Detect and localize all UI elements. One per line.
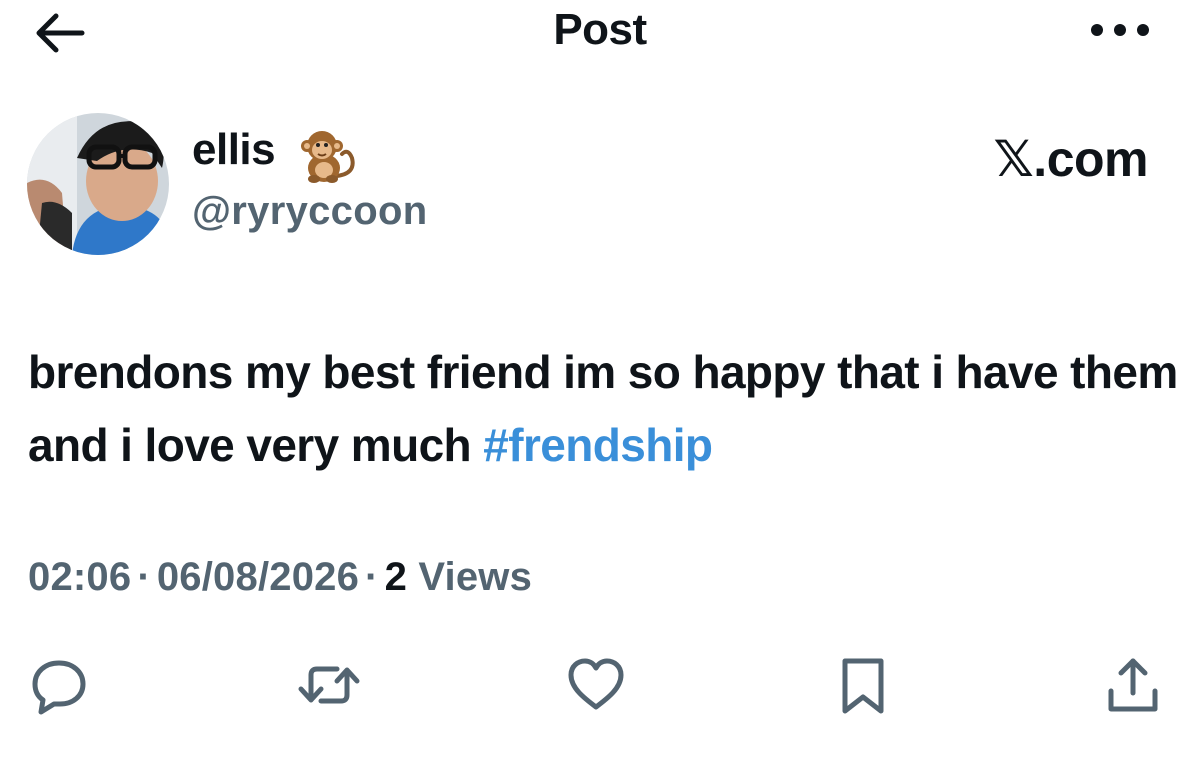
like-button[interactable] [561, 650, 631, 720]
share-button[interactable] [1098, 650, 1168, 720]
separator-dot: · [365, 555, 379, 599]
hashtag-link[interactable]: #frendship [483, 419, 713, 471]
post-text: brendons my best friend im so happy that… [28, 336, 1178, 482]
bookmark-icon [842, 658, 884, 714]
views-label: Views [418, 555, 533, 599]
reply-button[interactable] [24, 650, 94, 720]
more-horizontal-icon [1091, 24, 1149, 36]
avatar-image [27, 113, 169, 255]
more-options-button[interactable] [1085, 12, 1155, 48]
share-icon [1108, 658, 1158, 712]
repost-button[interactable] [294, 650, 364, 720]
page-title: Post [553, 5, 647, 54]
bookmark-button[interactable] [828, 650, 898, 720]
author-display-name[interactable]: ellis [192, 125, 276, 175]
avatar[interactable] [27, 113, 169, 255]
post-date[interactable]: 06/08/2026 [157, 555, 359, 599]
separator-dot: · [137, 555, 151, 599]
post-metadata: 02:06 · 06/08/2026 · 2 Views [28, 555, 532, 600]
heart-icon [568, 658, 624, 710]
author-handle[interactable]: @ryryccoon [192, 189, 427, 234]
post-time[interactable]: 02:06 [28, 555, 131, 599]
top-bar: Post [0, 0, 1200, 70]
brand-domain-suffix: .com [1033, 131, 1148, 187]
x-brand-label: 𝕏.com [994, 130, 1149, 188]
comment-icon [32, 660, 86, 715]
monkey-emoji-icon [296, 124, 360, 188]
x-logo-glyph: 𝕏 [993, 130, 1034, 188]
views-count: 2 [384, 555, 408, 599]
repost-icon [298, 666, 360, 704]
